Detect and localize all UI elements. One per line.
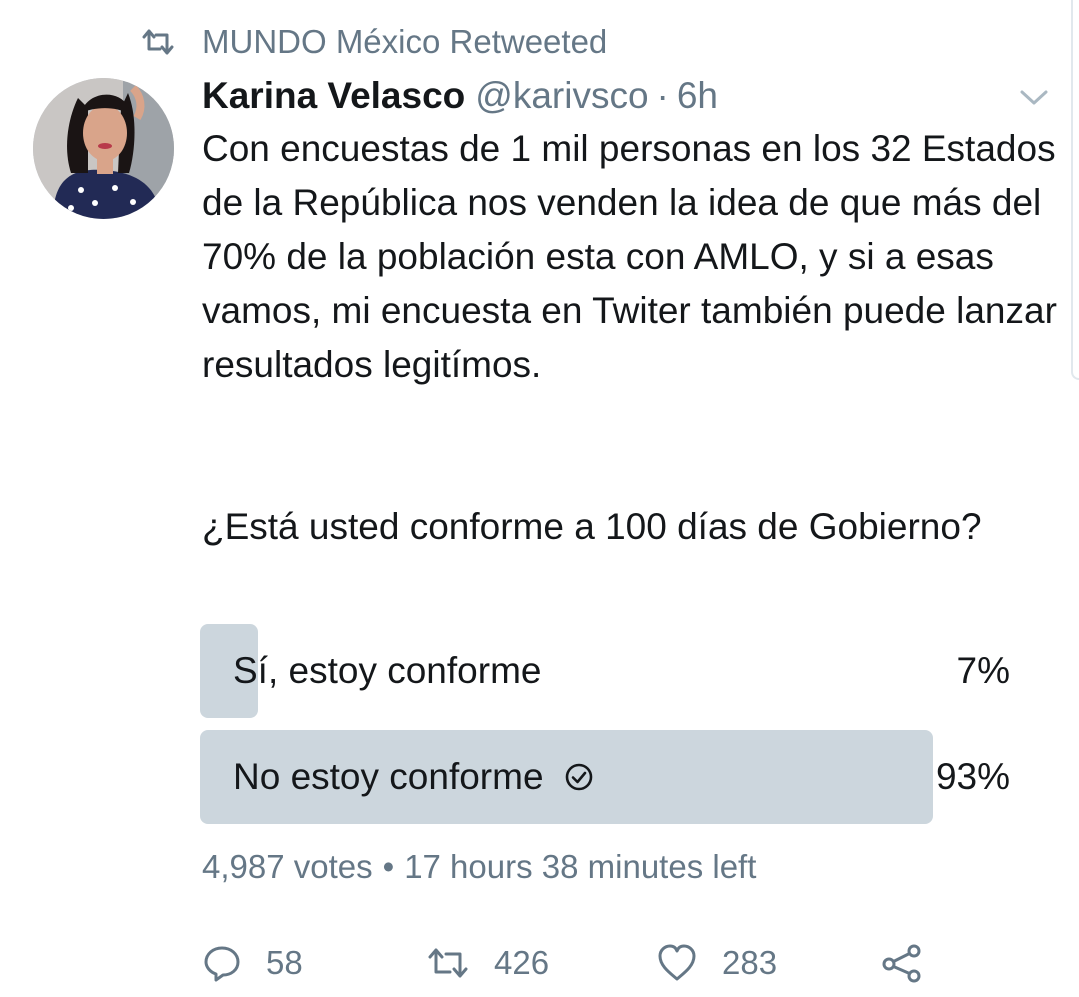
retweet-count: 426 bbox=[494, 944, 550, 981]
header-separator: · bbox=[656, 75, 669, 116]
poll-question-text: ¿Está usted conforme a 100 días de Gobie… bbox=[202, 506, 982, 547]
reply-icon bbox=[204, 946, 240, 982]
avatar-photo bbox=[33, 78, 174, 219]
retweet-button[interactable]: 426 bbox=[426, 934, 549, 992]
scrollbar-edge bbox=[1071, 0, 1079, 380]
tweet-actions: 58 426 283 bbox=[202, 934, 932, 992]
tweet-header: Karina Velasco @karivsco · 6h bbox=[202, 72, 718, 120]
poll-meta-separator: • bbox=[382, 848, 395, 885]
retweet-icon bbox=[142, 29, 174, 55]
poll-option-text: Sí, estoy conforme bbox=[233, 650, 542, 691]
retweet-context-text: MUNDO México Retweeted bbox=[202, 23, 608, 60]
like-count: 283 bbox=[722, 944, 778, 981]
poll-option-label: Sí, estoy conforme bbox=[233, 624, 541, 718]
poll-meta: 4,987 votes • 17 hours 38 minutes left bbox=[202, 845, 756, 889]
like-button[interactable]: 283 bbox=[656, 934, 777, 992]
reply-button[interactable]: 58 bbox=[202, 934, 303, 992]
poll-option-text: No estoy conforme bbox=[233, 756, 544, 797]
poll-option: Sí, estoy conforme 7% bbox=[200, 624, 1010, 718]
poll-option: No estoy conforme 93% bbox=[200, 730, 1010, 824]
poll-option-percent: 93% bbox=[935, 756, 1010, 797]
poll-option-percent: 7% bbox=[956, 650, 1010, 691]
tweet-text: Con encuestas de 1 mil personas en los 3… bbox=[202, 122, 1062, 392]
poll-option-label: No estoy conforme bbox=[233, 730, 594, 824]
poll-question: ¿Está usted conforme a 100 días de Gobie… bbox=[202, 500, 1062, 554]
share-icon bbox=[882, 944, 921, 983]
chevron-down-icon[interactable] bbox=[1016, 84, 1052, 110]
author-handle[interactable]: @karivsco bbox=[475, 75, 648, 117]
share-button[interactable] bbox=[880, 934, 948, 992]
check-circle-icon bbox=[565, 763, 592, 791]
tweet-body: Con encuestas de 1 mil personas en los 3… bbox=[202, 128, 1057, 385]
poll-votes: 4,987 votes bbox=[202, 848, 373, 885]
avatar[interactable] bbox=[33, 78, 174, 219]
heart-icon bbox=[658, 944, 696, 981]
tweet-timestamp[interactable]: 6h bbox=[677, 75, 718, 117]
poll-time-left: 17 hours 38 minutes left bbox=[404, 848, 757, 885]
retweet-icon bbox=[428, 948, 468, 978]
author-name[interactable]: Karina Velasco bbox=[202, 75, 465, 117]
reply-count: 58 bbox=[266, 944, 303, 981]
retweet-context[interactable]: MUNDO México Retweeted bbox=[140, 20, 607, 64]
